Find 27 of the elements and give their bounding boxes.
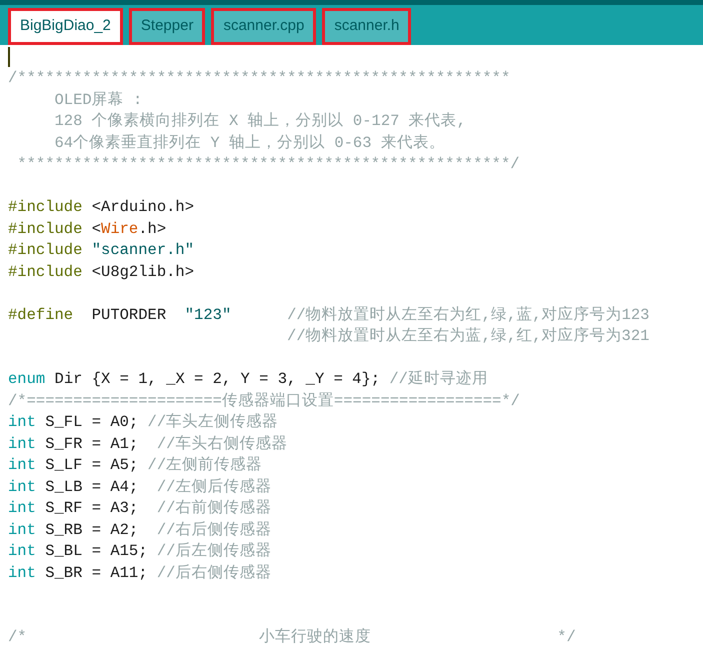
text-cursor [8,47,10,67]
code-line: #include "scanner.h" [8,240,194,262]
code-line: enum Dir {X = 1, _X = 2, Y = 3, _Y = 4}; //延时寻迹用 [8,369,488,390]
code-line: int S_LF = A5; //左侧前传感器 [8,455,262,476]
code-line: /*=====================传感器端口设置==================*/ [8,390,520,412]
file-tab[interactable]: Stepper [128,8,206,45]
code-line: int S_FR = A1; //车头右侧传感器 [8,434,288,455]
code-line: int S_RB = A2; //右后侧传感器 [8,520,272,541]
code-line: 64个像素垂直排列在 Y 轴上，分别以 0-63 来代表。 [54,132,445,154]
file-tab[interactable]: scanner.cpp [211,8,316,45]
code-line: OLED屏幕 : [54,90,142,111]
code-line: int S_RF = A3; //右前侧传感器 [8,498,272,520]
code-line: *****************************************************/ [16,154,520,176]
file-tab[interactable]: scanner.h [322,8,412,45]
code-line: int S_LB = A4; //左侧后传感器 [8,476,272,498]
code-line: //物料放置时从左至右为蓝,绿,红,对应序号为321 [286,326,650,348]
code-line: int S_BR = A11; //后右侧传感器 [8,562,272,584]
file-tab[interactable]: BigBigDiao_2 [8,8,123,45]
code-line: 128 个像素横向排列在 X 轴上，分别以 0-127 来代表, [54,111,466,132]
code-line: int S_FL = A0; //车头左侧传感器 [8,412,278,434]
code-line: int S_BL = A15; //后左侧传感器 [8,541,272,562]
code-line: /***************************************************** [8,68,510,90]
code-line: #define PUTORDER "123" //物料放置时从左至右为红,绿,蓝,对应序号为123 [8,304,650,326]
code-line: #include <Arduino.h> [8,197,194,218]
code-line: #include <U8g2lib.h> [8,262,194,283]
code-line: #include <Wire.h> [8,218,166,240]
code-line: /* 小车行驶的速度 */ [8,627,576,648]
